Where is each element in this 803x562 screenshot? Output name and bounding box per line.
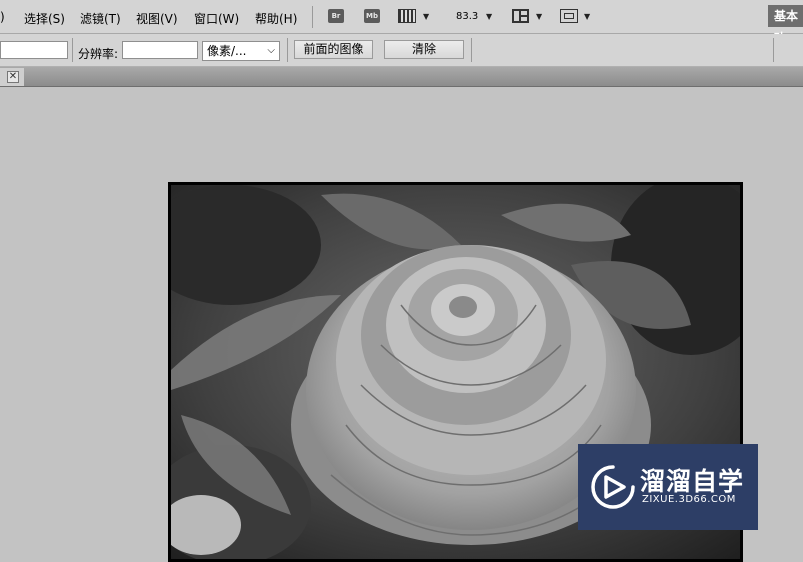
menu-item-filter[interactable]: 滤镜(T) [80,10,121,27]
zoom-level[interactable]: 83.3 [456,11,478,22]
clear-button[interactable]: 清除 [384,40,464,59]
extras-icon[interactable] [398,9,416,23]
mini-bridge-icon[interactable]: Mb [364,9,380,23]
options-separator [72,38,73,62]
menu-item-select[interactable]: 选择(S) [24,10,65,27]
document-tab-strip: ✕ [0,67,803,87]
resolution-label: 分辨率: [78,47,119,61]
options-separator-2 [287,38,288,62]
close-icon[interactable]: ✕ [7,71,19,83]
arrange-chevron-down-icon[interactable]: ▼ [536,12,542,21]
chevron-down-icon: ⌵ [267,45,275,56]
front-image-button[interactable]: 前面的图像 [294,40,373,59]
document-tab[interactable]: ✕ [0,68,24,86]
options-separator-4 [773,38,774,62]
watermark-logo: 溜溜自学 ZIXUE.3D66.COM [578,444,758,530]
menu-item-view[interactable]: 视图(V) [136,10,178,27]
watermark-title: 溜溜自学 [640,467,745,496]
bridge-icon[interactable]: Br [328,9,344,23]
screen-mode-icon[interactable] [560,9,578,23]
play-logo-icon [591,465,635,509]
resolution-unit-select[interactable]: 像素/... ⌵ [202,41,280,61]
resolution-unit-value: 像素/... [207,44,247,58]
arrange-documents-icon[interactable] [512,9,529,23]
menu-item-window[interactable]: 窗口(W) [194,10,239,27]
zoom-chevron-down-icon[interactable]: ▼ [486,12,492,21]
extras-chevron-down-icon[interactable]: ▼ [423,12,429,21]
height-input[interactable] [0,41,68,59]
options-bar: 分辨率: 像素/... ⌵ 前面的图像 清除 [0,34,803,67]
watermark-url: ZIXUE.3D66.COM [642,494,736,505]
workspace-button[interactable]: 基本功 [768,5,803,45]
options-separator-3 [471,38,472,62]
menu-bar: ) 选择(S) 滤镜(T) 视图(V) 窗口(W) 帮助(H) Br Mb ▼ … [0,0,803,45]
screen-mode-chevron-down-icon[interactable]: ▼ [584,12,590,21]
menu-separator [312,6,313,28]
menu-item-previous[interactable]: ) [0,10,5,24]
menu-item-help[interactable]: 帮助(H) [255,10,297,27]
resolution-input[interactable] [122,41,198,59]
